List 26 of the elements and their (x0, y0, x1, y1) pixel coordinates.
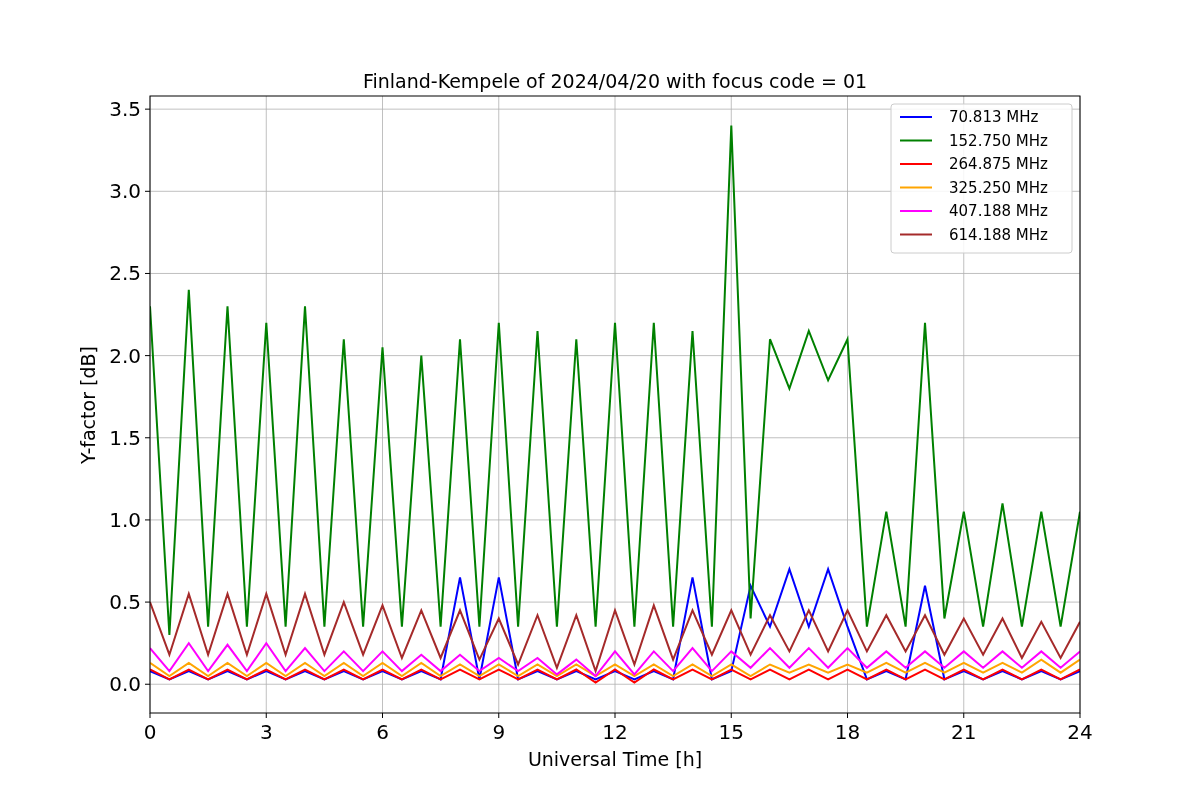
y-tick-label: 2.5 (109, 261, 141, 286)
y-tick-label: 1.0 (109, 507, 141, 532)
x-tick-label: 9 (492, 720, 506, 744)
x-tick-label: 12 (602, 720, 628, 744)
legend-label: 152.750 MHz (949, 131, 1048, 150)
x-tick-label: 3 (259, 720, 273, 744)
legend-label: 70.813 MHz (949, 108, 1039, 126)
x-tick-label: 0 (143, 720, 157, 744)
legend-label: 264.875 MHz (949, 155, 1048, 173)
x-axis-label: Universal Time [h] (527, 748, 703, 770)
y-tick-label: 2.0 (109, 343, 141, 368)
x-tick-label: 18 (834, 720, 861, 744)
y-tick-label: 3.0 (109, 179, 141, 204)
legend-label: 614.188 MHz (949, 225, 1048, 244)
x-tick-label: 24 (1067, 720, 1093, 744)
y-tick-label: 0.5 (109, 590, 141, 615)
chart-title: Finland-Kempele of 2024/04/20 with focus code = 01 (362, 70, 868, 92)
legend-label: 325.250 MHz (949, 178, 1048, 197)
y-tick-label: 1.5 (109, 425, 141, 450)
x-tick-label: 15 (718, 720, 744, 744)
y-tick-label: 0.0 (109, 672, 141, 697)
y-axis-label: Y-factor [dB] (77, 346, 99, 464)
y-tick-label: 3.5 (109, 97, 141, 122)
x-tick-label: 6 (376, 720, 389, 744)
x-tick-label: 21 (951, 720, 977, 744)
legend-label: 407.188 MHz (949, 202, 1048, 220)
